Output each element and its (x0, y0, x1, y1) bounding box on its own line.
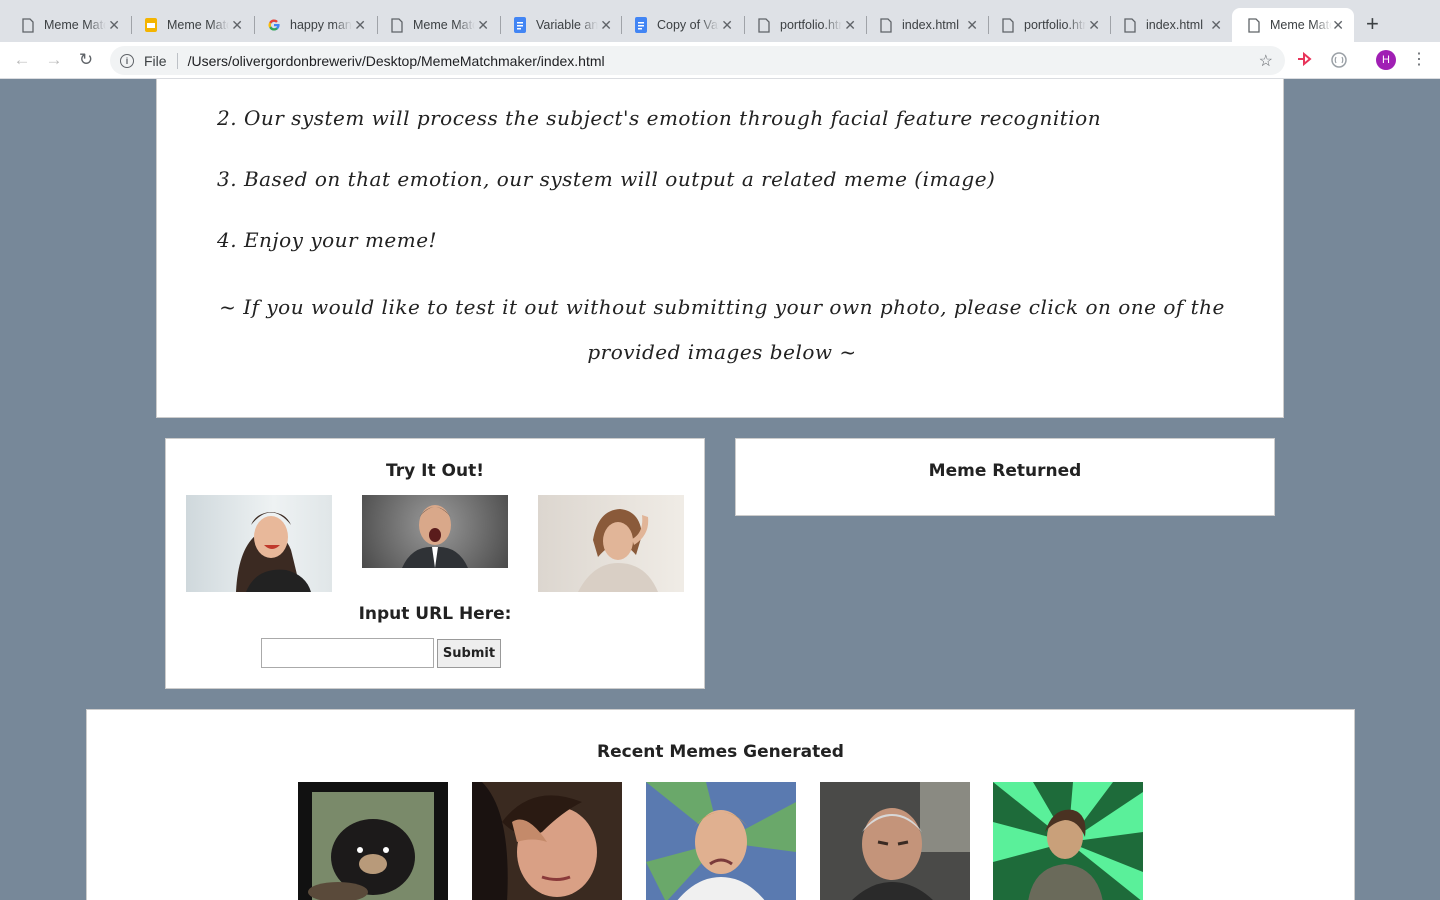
sample-note: ~ If you would like to test it out witho… (219, 295, 1225, 364)
recent-meme-clint-eastwood[interactable] (820, 782, 970, 900)
back-arrow-icon: ← (13, 50, 31, 69)
try-it-out-title: Try It Out! (386, 461, 484, 481)
close-tab-icon[interactable]: ✕ (231, 17, 243, 34)
recent-meme-daryl-dixon[interactable] (993, 782, 1143, 900)
tab-portfolio-1[interactable]: portfolio.html ✕ (736, 8, 866, 42)
meme-returned-card: Meme Returned (735, 438, 1275, 516)
info-icon[interactable]: i (120, 53, 134, 68)
close-tab-icon[interactable]: ✕ (721, 17, 733, 34)
tab-variable[interactable]: Variable and ✕ (492, 8, 622, 42)
document-icon (878, 17, 894, 33)
close-tab-icon[interactable]: ✕ (108, 17, 120, 34)
close-tab-icon[interactable]: ✕ (600, 17, 612, 34)
google-icon (266, 17, 282, 33)
bookmark-star-icon[interactable]: ☆ (1259, 51, 1273, 71)
forward-button[interactable]: → (44, 50, 64, 70)
sample-image-sad[interactable] (538, 495, 684, 592)
back-button[interactable]: ← (12, 50, 32, 70)
close-tab-icon[interactable]: ✕ (354, 17, 366, 34)
address-bar[interactable]: i File /Users/olivergordonbreweriv/Deskt… (110, 46, 1285, 75)
close-tab-icon[interactable]: ✕ (966, 17, 978, 34)
meme-returned-title: Meme Returned (928, 461, 1082, 481)
new-tab-button[interactable]: + (1366, 13, 1379, 35)
tab-portfolio-2[interactable]: portfolio.html ✕ (980, 8, 1110, 42)
reload-button[interactable]: ↻ (76, 50, 96, 70)
instructions-card: 2. Our system will process the subject's… (156, 79, 1284, 418)
instruction-step-2: 2. Our system will process the subject's… (217, 106, 1102, 130)
recent-meme-first-world-problems[interactable] (472, 782, 622, 900)
tab-copy-of-variable[interactable]: Copy of Variable ✕ (613, 8, 743, 42)
instruction-step-4: 4. Enjoy your meme! (217, 228, 438, 252)
tab-strip: Meme Matchmaker ✕ Meme Matchmaker ✕ happ… (0, 0, 1440, 42)
tab-index-2[interactable]: index.html ✕ (1102, 8, 1232, 42)
recent-meme-crying-dawson[interactable] (646, 782, 796, 900)
tab-meme-matchmaker-1[interactable]: Meme Matchmaker ✕ (0, 8, 130, 42)
docs-icon (633, 17, 649, 33)
recent-memes-card: Recent Memes Generated (86, 709, 1355, 900)
close-tab-icon[interactable]: ✕ (1210, 17, 1222, 34)
close-tab-icon[interactable]: ✕ (1088, 17, 1100, 34)
url-text[interactable]: /Users/olivergordonbreweriv/Desktop/Meme… (188, 53, 605, 69)
document-icon (20, 17, 36, 33)
document-icon (1246, 17, 1262, 33)
tab-index-1[interactable]: index.html ✕ (858, 8, 988, 42)
extension-icon[interactable] (1296, 51, 1316, 72)
sample-image-happy[interactable] (186, 495, 332, 592)
avatar[interactable]: H (1376, 50, 1396, 70)
sample-image-angry[interactable] (362, 495, 508, 568)
tab-meme-matchmaker-2[interactable]: Meme Matchmaker ✕ (123, 8, 253, 42)
tab-meme-matchmaker-active[interactable]: Meme Matchmaker ✕ (1232, 8, 1354, 42)
input-url-label: Input URL Here: (358, 604, 512, 624)
document-icon (756, 17, 772, 33)
close-tab-icon[interactable]: ✕ (1332, 17, 1344, 34)
close-tab-icon[interactable]: ✕ (844, 17, 856, 34)
document-icon (1000, 17, 1016, 33)
tab-happy-man[interactable]: happy man ✕ (246, 8, 376, 42)
tab-meme-matchmaker-3[interactable]: Meme Matchmaker ✕ (369, 8, 499, 42)
extension-circle-icon[interactable] (1330, 51, 1348, 74)
instruction-step-3: 3. Based on that emotion, our system wil… (217, 167, 996, 191)
file-label: File (144, 52, 167, 69)
page-viewport: 2. Our system will process the subject's… (0, 79, 1440, 900)
forward-arrow-icon: → (45, 50, 63, 69)
browser-toolbar: ← → ↻ i File /Users/olivergordonbreweriv… (0, 42, 1440, 79)
recent-meme-confession-bear[interactable] (298, 782, 448, 900)
reload-icon: ↻ (78, 50, 94, 69)
slides-icon (143, 17, 159, 33)
try-it-out-card: Try It Out! Input URL Here: Submit (165, 438, 705, 689)
document-icon (1122, 17, 1138, 33)
url-input[interactable] (261, 638, 434, 668)
docs-icon (512, 17, 528, 33)
recent-memes-title: Recent Memes Generated (597, 742, 844, 762)
document-icon (389, 17, 405, 33)
close-tab-icon[interactable]: ✕ (477, 17, 489, 34)
menu-icon[interactable]: ⋮ (1411, 51, 1427, 69)
submit-button[interactable]: Submit (437, 639, 501, 668)
